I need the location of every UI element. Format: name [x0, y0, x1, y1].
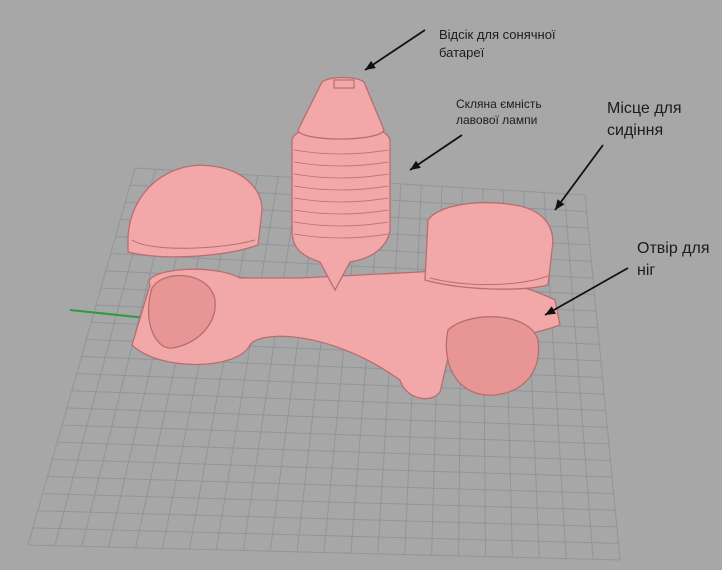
grid-line [32, 527, 619, 544]
arrow-seat [554, 144, 604, 211]
grid-line [37, 510, 617, 528]
label-solar-compartment: Відсік для сонячної батареї [439, 27, 556, 60]
arrow-head [365, 60, 376, 70]
grid-line [52, 458, 613, 478]
label-seat: Місце для сидіння [607, 100, 682, 139]
grid-line [57, 441, 611, 461]
label-leg-hole: Отвір для ніг [637, 240, 710, 279]
label-lamp-container: Скляна ємність лавової лампи [456, 97, 542, 128]
grid-line [42, 493, 616, 511]
seat-right [424, 202, 554, 290]
grid-line [62, 424, 609, 445]
grid-line [47, 475, 614, 495]
model-scene [27, 29, 629, 561]
solar-compartment [297, 76, 385, 140]
grid-line [71, 390, 606, 412]
leg-hole-right [445, 316, 540, 396]
arrow-feet [544, 267, 629, 316]
grid-line [66, 407, 608, 428]
lamp-glass [291, 123, 391, 292]
arrow-head [410, 160, 421, 170]
arrow-head [555, 199, 565, 210]
3d-viewport[interactable]: Відсік для сонячної батареї Скляна ємніс… [0, 0, 722, 570]
arrow-solar [364, 29, 426, 71]
grid-line [27, 544, 621, 561]
